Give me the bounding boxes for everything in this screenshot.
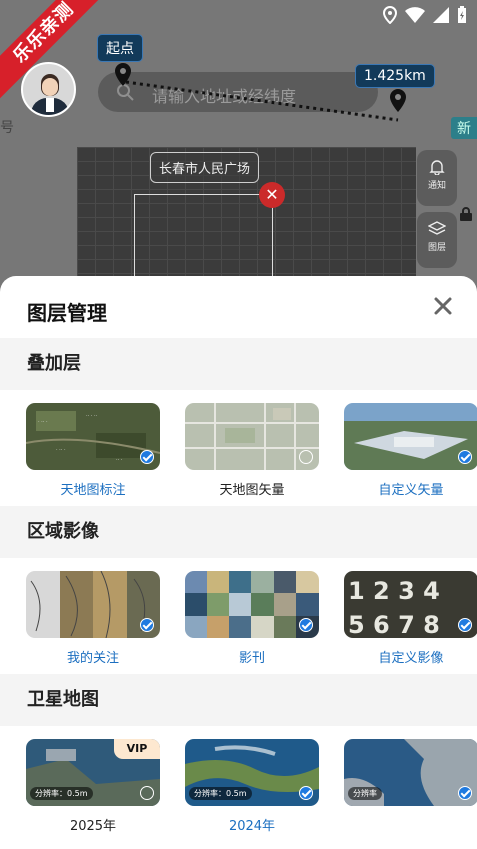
place-label: 长春市人民广场 <box>150 152 260 183</box>
resolution-tag: 分辨率：0.5m <box>30 787 93 800</box>
layer-card-tianditu-vector[interactable]: 天地图矢量 <box>185 403 319 498</box>
layers-label: 图层 <box>427 243 446 253</box>
avatar[interactable] <box>21 62 76 117</box>
checked-icon <box>299 786 313 800</box>
svg-text:·· ·: ·· · <box>116 457 123 463</box>
layer-card-2025[interactable]: VIP 分辨率：0.5m 2025年 <box>26 739 160 834</box>
section-regional-imagery: 我的关注 影刊 1 2 3 4 5 6 7 8 自定义影像 <box>0 558 477 674</box>
location-icon <box>382 5 398 28</box>
layer-card-tianditu-label[interactable]: · ·· · ·· · ·· · ·· · ·· · 天地图标注 <box>26 403 160 498</box>
layers-button[interactable]: 图层 <box>417 212 457 268</box>
layer-label: 我的关注 <box>66 651 119 666</box>
unchecked-icon <box>299 450 313 464</box>
start-label: 起点 <box>97 34 143 62</box>
notify-label: 通知 <box>427 181 446 191</box>
checked-icon <box>458 786 472 800</box>
svg-text:·· · ··: ·· · ·· <box>86 413 98 419</box>
checked-icon <box>458 450 472 464</box>
section-title-regional-imagery: 区域影像 <box>0 506 477 558</box>
layer-card-my-follow[interactable]: 我的关注 <box>26 571 160 666</box>
section-satellite-map: VIP 分辨率：0.5m 2025年 分辨率：0.5m 2024年 分辨率 <box>0 726 477 842</box>
layer-label: 2025年 <box>69 819 117 834</box>
sheet-title: 图层管理 <box>27 301 107 325</box>
svg-text:1 2 3 4: 1 2 3 4 <box>348 577 440 605</box>
pin-icon <box>115 63 131 86</box>
svg-text:5 6 7 8: 5 6 7 8 <box>348 611 440 638</box>
layer-card-satellite-3[interactable]: 分辨率 <box>344 739 477 815</box>
layer-label: 天地图矢量 <box>219 483 285 498</box>
layer-management-sheet: 图层管理 叠加层 · ·· · ·· · ·· · ·· · ·· · 天地图标注 <box>0 276 477 849</box>
battery-icon <box>457 6 467 28</box>
new-tag[interactable]: 新 <box>451 117 477 139</box>
layer-card-journal[interactable]: 影刊 <box>185 571 319 666</box>
close-icon[interactable] <box>433 296 453 316</box>
layer-label: 2024年 <box>228 819 276 834</box>
wifi-icon <box>405 7 425 27</box>
notify-button[interactable]: 通知 <box>417 150 457 206</box>
end-marker[interactable]: 1.425km <box>355 64 435 114</box>
layer-label: 自定义影像 <box>378 651 444 666</box>
vip-badge: VIP <box>114 739 160 759</box>
svg-text:· ·· ·: · ·· · <box>38 419 48 425</box>
resolution-tag: 分辨率：0.5m <box>189 787 252 800</box>
edge-text: 号 <box>0 120 14 136</box>
section-title-overlay: 叠加层 <box>0 338 477 390</box>
distance-label: 1.425km <box>355 64 435 88</box>
lock-icon[interactable] <box>459 206 473 222</box>
checked-icon <box>458 618 472 632</box>
svg-text:· ·· ·: · ·· · <box>56 447 66 453</box>
unchecked-icon <box>140 786 154 800</box>
layer-label: 自定义矢量 <box>378 483 444 498</box>
selection-rectangle[interactable] <box>134 194 273 282</box>
resolution-tag: 分辨率 <box>348 787 382 800</box>
bell-icon <box>429 160 445 175</box>
start-marker[interactable]: 起点 <box>97 34 143 88</box>
layer-label: 天地图标注 <box>60 483 126 498</box>
layer-card-custom-vector[interactable]: 自定义矢量 <box>344 403 477 498</box>
layer-card-custom-imagery[interactable]: 1 2 3 4 5 6 7 8 自定义影像 <box>344 571 477 666</box>
section-title-satellite-map: 卫星地图 <box>0 674 477 726</box>
layer-card-2024[interactable]: 分辨率：0.5m 2024年 <box>185 739 319 834</box>
section-overlay: · ·· · ·· · ·· · ·· · ·· · 天地图标注 天地图矢量 自… <box>0 390 477 506</box>
signal-icon <box>433 7 449 27</box>
checked-icon <box>140 618 154 632</box>
layer-thumbnail: 1 2 3 4 5 6 7 8 <box>344 571 477 638</box>
delete-marker-button[interactable]: ✕ <box>259 182 285 208</box>
checked-icon <box>299 618 313 632</box>
pin-icon <box>390 89 406 112</box>
layer-label: 影刊 <box>238 651 265 666</box>
checked-icon <box>140 450 154 464</box>
layers-icon <box>428 221 446 235</box>
layer-thumbnail <box>344 403 477 470</box>
